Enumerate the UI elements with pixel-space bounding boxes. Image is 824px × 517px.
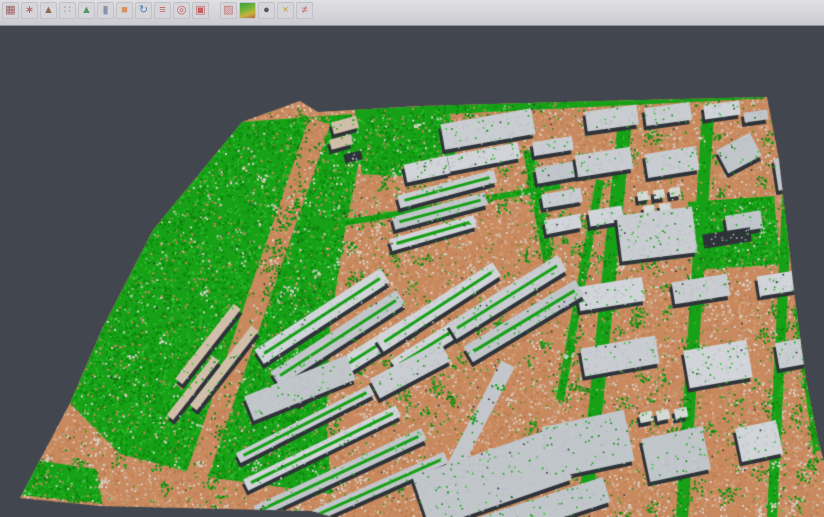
3d-viewport: [0, 26, 824, 517]
toolbar-blue-orbit-icon[interactable]: ↻: [135, 2, 152, 19]
toolbar-yellow-cross-icon[interactable]: ×: [277, 2, 294, 19]
toolbar-orange-tile-icon[interactable]: ■: [116, 2, 133, 19]
application-window: ▦∗▲∷▲▮■↻≡◎▣▨●×≠: [0, 0, 824, 517]
main-toolbar: ▦∗▲∷▲▮■↻≡◎▣▨●×≠: [0, 0, 824, 26]
toolbar-separator: [211, 2, 218, 19]
toolbar-brown-terrain-icon[interactable]: ▲: [40, 2, 57, 19]
toolbar-red-rows-icon[interactable]: ≠: [296, 2, 313, 19]
toolbar-scatter-points-icon[interactable]: ∗: [21, 2, 38, 19]
toolbar-blue-panel-icon[interactable]: ▮: [97, 2, 114, 19]
toolbar-red-target-icon[interactable]: ◎: [173, 2, 190, 19]
toolbar-red-list-icon[interactable]: ≡: [154, 2, 171, 19]
toolbar-red-frame-icon[interactable]: ▣: [192, 2, 209, 19]
toolbar-red-grid-icon[interactable]: ▦: [2, 2, 19, 19]
toolbar-green-terrain-icon[interactable]: ▲: [78, 2, 95, 19]
toolbar-red-checker-icon[interactable]: ▨: [220, 2, 237, 19]
toolbar-dark-sphere-icon[interactable]: ●: [258, 2, 275, 19]
toolbar-colormap-icon[interactable]: [239, 2, 256, 19]
toolbar-gray-dots-icon[interactable]: ∷: [59, 2, 76, 19]
point-cloud-canvas[interactable]: [0, 26, 824, 517]
